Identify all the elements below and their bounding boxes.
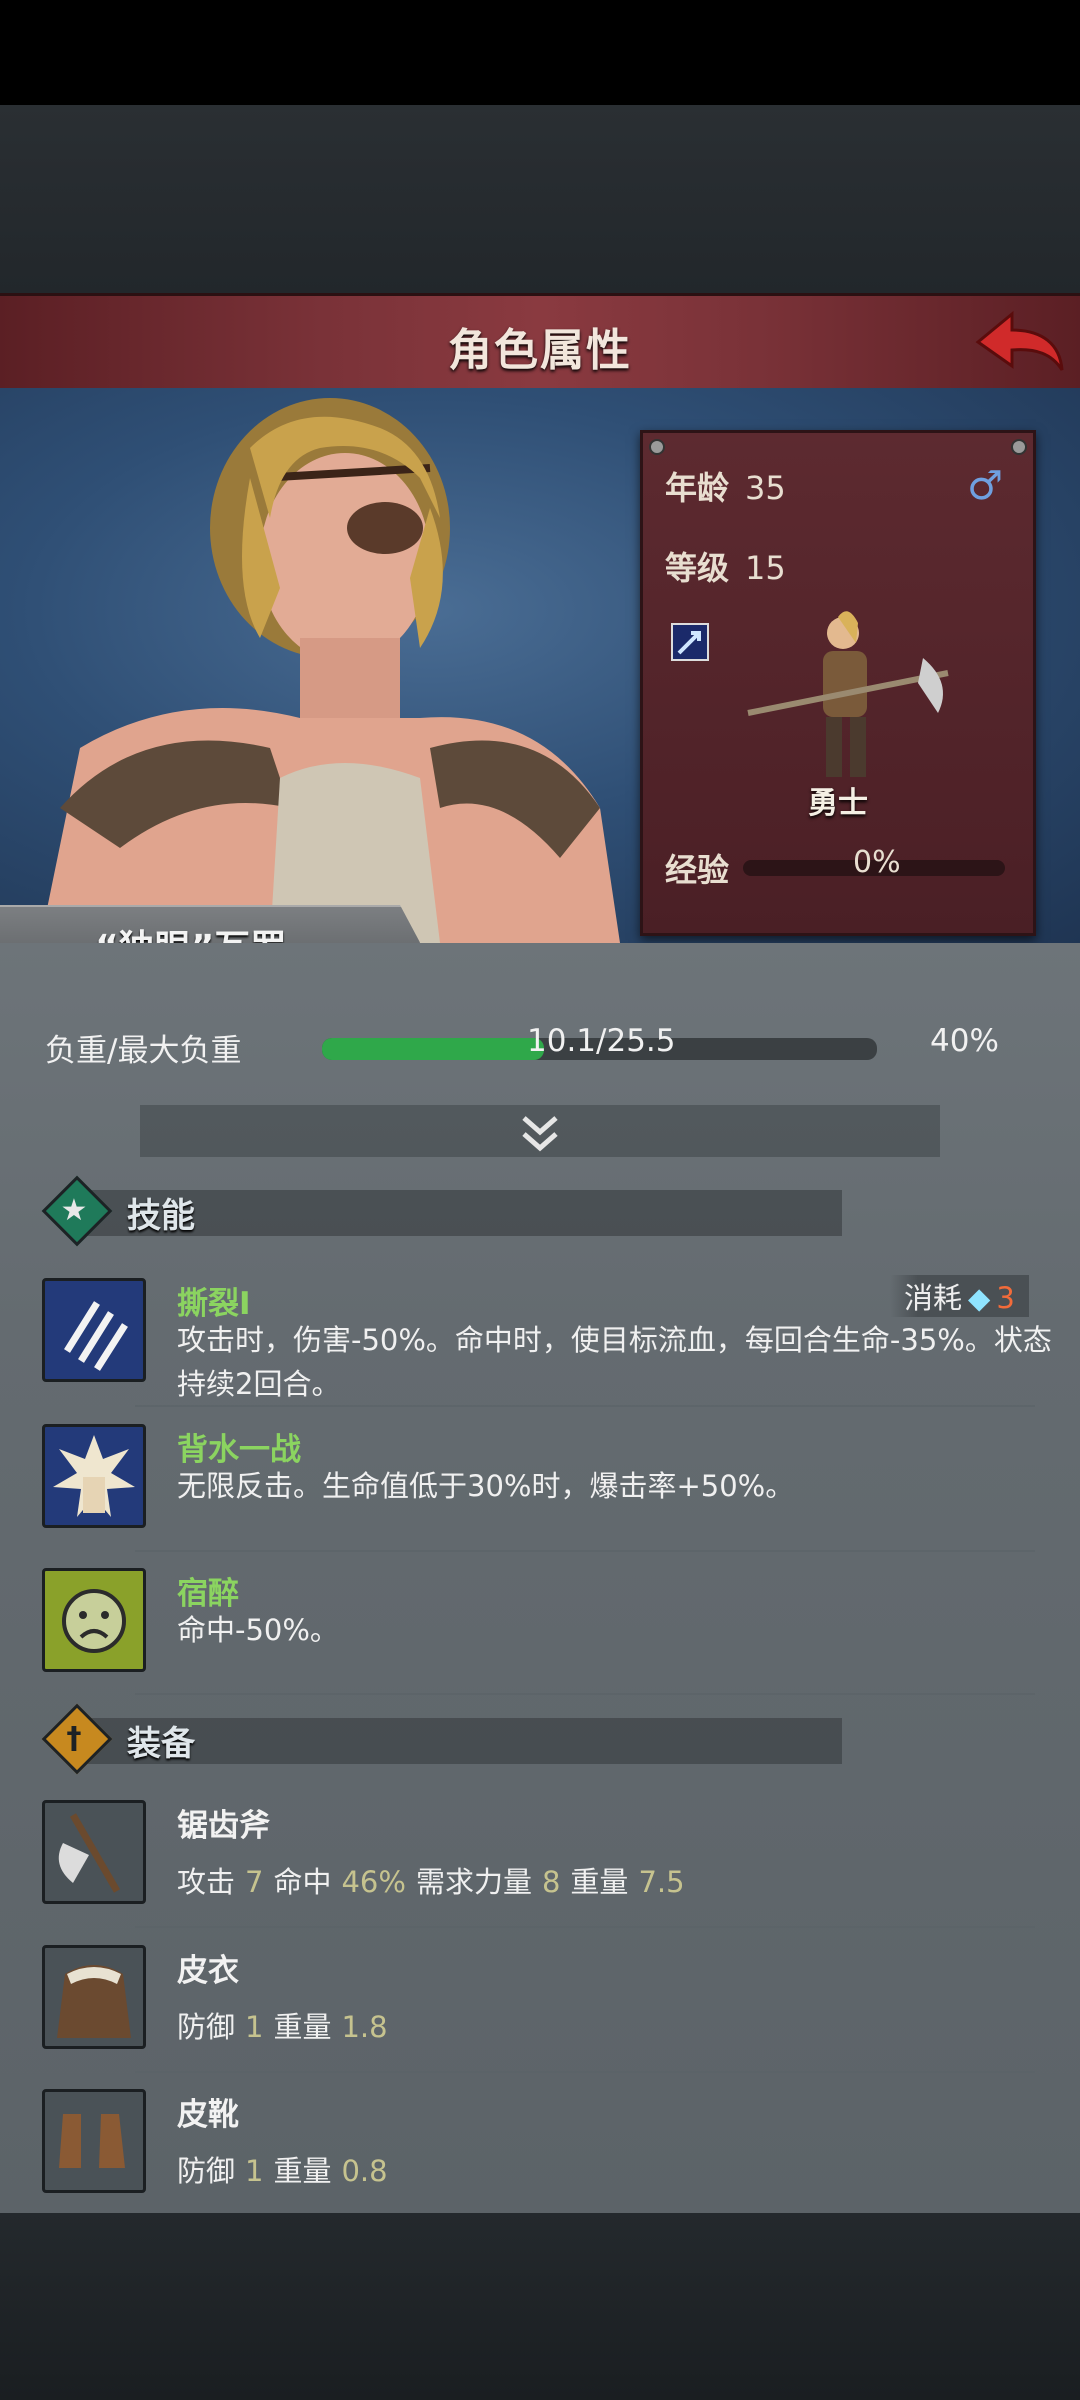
top-backdrop <box>0 105 1080 293</box>
skill-cost-badge: 消耗 ◆ 3 <box>890 1275 1029 1317</box>
skill-description: 命中-50%。 <box>177 1613 339 1647</box>
exp-value: 0% <box>853 845 901 880</box>
level-value: 15 <box>745 549 786 587</box>
equipment-stats: 防御 1 重量 1.8 <box>177 2005 1077 2049</box>
level-label: 等级 <box>665 549 730 587</box>
bottom-backdrop <box>0 2213 1080 2400</box>
sword-icon: † <box>66 1721 82 1756</box>
equipment-stats: 防御 1 重量 0.8 <box>177 2149 1077 2193</box>
stat-key: 重量 <box>570 1865 629 1899</box>
stat-key: 重量 <box>273 2154 332 2188</box>
stat-key: 命中 <box>273 1865 332 1899</box>
equipment-section-title: 装备 <box>127 1724 195 1764</box>
equipment-stats: 攻击 7 命中 46% 需求力量 8 重量 7.5 <box>177 1860 1077 1904</box>
stat-value: 1 <box>245 2010 264 2044</box>
card-pin <box>649 439 665 455</box>
stat-value: 1 <box>245 2154 264 2188</box>
axe-icon <box>42 1800 146 1904</box>
cost-value: 3 <box>996 1281 1015 1315</box>
skill-name: 撕裂I <box>177 1286 251 1322</box>
hero-portrait <box>40 398 620 943</box>
section-band <box>82 1190 842 1236</box>
stat-value: 7.5 <box>638 1865 685 1899</box>
skill-name: 背水一战 <box>177 1432 301 1468</box>
page-title: 角色属性 <box>448 325 632 376</box>
divider <box>135 2071 1035 2073</box>
equipment-name: 皮靴 <box>177 2097 239 2133</box>
chevron-double-down-icon[interactable] <box>516 1110 564 1158</box>
age-value: 35 <box>745 469 786 507</box>
divider <box>135 1405 1035 1407</box>
gem-icon: ◆ <box>968 1281 991 1315</box>
load-value: 10.1/25.5 <box>527 1023 676 1059</box>
divider <box>135 1693 1035 1695</box>
class-label: 勇士 <box>808 786 868 821</box>
weapon-skill-icon[interactable] <box>671 623 709 661</box>
stats-panel[interactable]: 负重/最大负重 10.1/25.5 40% ★ 技能 撕裂I 攻击时，伤害-50… <box>0 943 1080 2213</box>
equipment-name: 锯齿斧 <box>177 1808 270 1844</box>
equipment-name: 皮衣 <box>177 1953 239 1989</box>
fist-burst-icon <box>42 1424 146 1528</box>
skill-description: 攻击时，伤害-50%。命中时，使目标流血，每回合生命-35%。状态持续2回合。 <box>177 1323 1052 1401</box>
stat-key: 重量 <box>273 2010 332 2044</box>
partially-hidden-row <box>40 943 1040 973</box>
load-label: 负重/最大负重 <box>45 1033 242 1069</box>
stat-value: 1.8 <box>341 2010 388 2044</box>
hero-info-card: 年龄 35 ♂ 等级 15 勇士 经验 0% <box>640 430 1036 936</box>
stat-value: 7 <box>245 1865 264 1899</box>
skills-section-header: ★ 技能 <box>41 1175 902 1247</box>
stat-value: 46% <box>341 1865 406 1899</box>
divider <box>135 1926 1035 1928</box>
equipment-section-header: † 装备 <box>41 1703 902 1775</box>
divider <box>135 1550 1035 1552</box>
card-pin <box>1011 439 1027 455</box>
back-arrow-icon[interactable] <box>972 304 1068 380</box>
stat-value: 8 <box>541 1865 561 1899</box>
stat-key: 防御 <box>177 2010 236 2044</box>
exp-label: 经验 <box>665 851 730 889</box>
section-band <box>82 1718 842 1764</box>
stat-key: 需求力量 <box>415 1865 532 1899</box>
star-icon: ★ <box>60 1193 88 1228</box>
skill-description: 无限反击。生命值低于30%时，爆击率+50%。 <box>177 1469 795 1503</box>
cost-label: 消耗 <box>904 1281 963 1315</box>
claw-slash-icon <box>42 1278 146 1382</box>
age-row: 年龄 35 <box>665 463 786 509</box>
load-percent: 40% <box>930 1023 999 1059</box>
status-bar-area <box>0 0 1080 105</box>
skills-section-title: 技能 <box>127 1196 195 1236</box>
title-bar: 角色属性 <box>0 293 1080 391</box>
level-row: 等级 15 <box>665 543 786 589</box>
stat-key: 攻击 <box>177 1865 236 1899</box>
stat-key: 防御 <box>177 2154 236 2188</box>
age-label: 年龄 <box>665 469 730 507</box>
leather-coat-icon <box>42 1945 146 2049</box>
class-figure <box>747 611 949 777</box>
sick-face-icon <box>42 1568 146 1672</box>
stat-value: 0.8 <box>341 2154 388 2188</box>
skill-name: 宿醉 <box>177 1576 239 1612</box>
male-icon: ♂ <box>967 463 1003 509</box>
leather-boots-icon <box>42 2089 146 2193</box>
load-progress-fill <box>322 1038 544 1060</box>
